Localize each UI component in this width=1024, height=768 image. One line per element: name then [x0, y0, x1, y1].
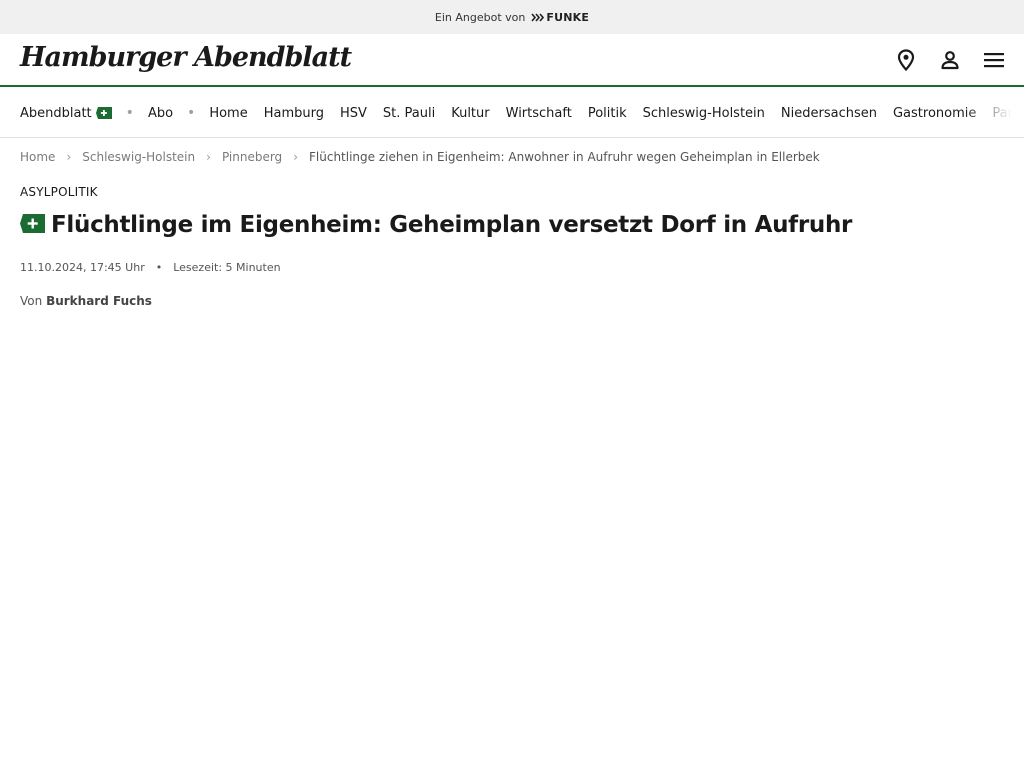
offer-text: Ein Angebot von: [434, 10, 526, 24]
article-date: 11.10.2024, 17:45 Uhr: [20, 261, 145, 274]
author-name[interactable]: Burkhard Fuchs: [46, 294, 152, 308]
nav-item-schleswig-holstein[interactable]: Schleswig-Holstein: [643, 106, 765, 121]
offer-bar: Ein Angebot von FUNKE: [0, 0, 1024, 34]
breadcrumb-current: Flüchtlinge ziehen in Eigenheim: Anwohne…: [309, 150, 820, 164]
nav-item-hamburg[interactable]: Hamburg: [264, 106, 324, 121]
location-pin-icon[interactable]: [893, 47, 919, 73]
nav-item-abendblatt-plus[interactable]: Abendblatt: [20, 106, 112, 121]
nav-item-politik[interactable]: Politik: [588, 106, 627, 121]
article-headline: Flüchtlinge im Eigenheim: Geheimplan ver…: [20, 212, 852, 238]
reading-time: Lesezeit: 5 Minuten: [173, 261, 281, 274]
plus-badge-icon: [20, 213, 45, 237]
main-nav: Abendblatt • Abo • Home Hamburg HSV St. …: [0, 89, 1024, 138]
breadcrumb: Home › Schleswig-Holstein › Pinneberg › …: [20, 150, 820, 164]
article-meta: 11.10.2024, 17:45 Uhr • Lesezeit: 5 Minu…: [20, 261, 281, 274]
chevron-right-icon: ›: [293, 150, 298, 164]
nav-item-wirtschaft[interactable]: Wirtschaft: [506, 106, 572, 121]
breadcrumb-schleswig-holstein[interactable]: Schleswig-Holstein: [82, 150, 195, 164]
page-title: Flüchtlinge im Eigenheim: Geheimplan ver…: [51, 212, 853, 238]
nav-separator: •: [125, 105, 134, 121]
breadcrumb-home[interactable]: Home: [20, 150, 55, 164]
site-header: Hamburger Abendblatt: [0, 34, 1024, 87]
chevron-right-icon: ›: [206, 150, 211, 164]
plus-badge-icon: [95, 107, 112, 119]
meta-separator: •: [155, 261, 163, 274]
nav-item-home[interactable]: Home: [209, 106, 247, 121]
breadcrumb-pinneberg[interactable]: Pinneberg: [222, 150, 282, 164]
nav-item-st-pauli[interactable]: St. Pauli: [383, 106, 435, 121]
user-icon[interactable]: [937, 47, 963, 73]
nav-item-panorama[interactable]: Panorama: [992, 106, 1024, 121]
funke-brand: FUNKE: [546, 10, 590, 24]
menu-icon[interactable]: [981, 47, 1007, 73]
nav-item-niedersachsen[interactable]: Niedersachsen: [781, 106, 877, 121]
author-prefix: Von: [20, 294, 43, 308]
nav-separator: •: [187, 105, 196, 121]
nav-item-hsv[interactable]: HSV: [340, 106, 367, 121]
site-logo[interactable]: Hamburger Abendblatt: [20, 42, 352, 73]
article-author: Von Burkhard Fuchs: [20, 294, 152, 308]
nav-item-kultur[interactable]: Kultur: [451, 106, 489, 121]
nav-item-gastronomie[interactable]: Gastronomie: [893, 106, 976, 121]
funke-chevrons-icon: [531, 12, 545, 22]
funke-logo[interactable]: FUNKE: [531, 11, 589, 24]
nav-item-abo[interactable]: Abo: [148, 106, 173, 121]
nav-item-label: Abendblatt: [20, 105, 92, 121]
article-kicker: ASYLPOLITIK: [20, 185, 98, 199]
chevron-right-icon: ›: [66, 150, 72, 164]
